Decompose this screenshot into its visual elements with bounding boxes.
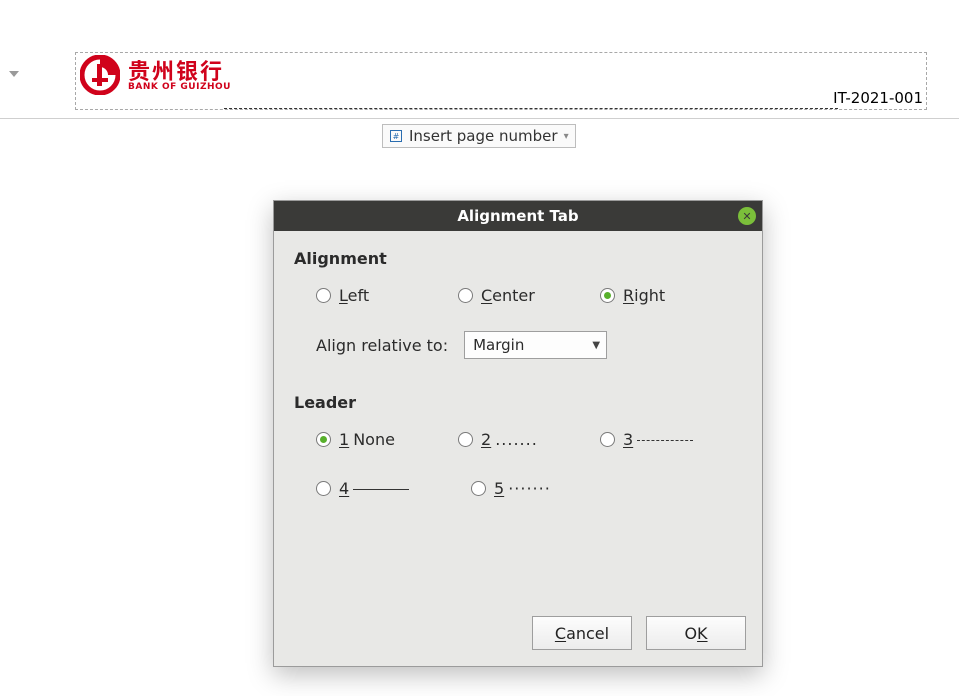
alignment-center-radio[interactable]: Center <box>458 286 600 305</box>
leader-5-radio[interactable]: 5 ······· <box>471 479 626 498</box>
close-icon[interactable]: ✕ <box>738 207 756 225</box>
cancel-button[interactable]: Cancel <box>532 616 632 650</box>
radio-icon <box>316 432 331 447</box>
align-relative-to-value: Margin <box>473 336 524 354</box>
radio-icon <box>316 288 331 303</box>
leader-3-label: 3 <box>623 430 693 449</box>
insert-page-number-label: Insert page number <box>409 127 558 145</box>
alignment-radio-group: Left Center Right <box>316 286 742 305</box>
dialog-title: Alignment Tab <box>457 207 578 225</box>
leader-3-radio[interactable]: 3 <box>600 430 742 449</box>
alignment-center-label: Center <box>481 286 535 305</box>
alignment-tab-dialog: Alignment Tab ✕ Alignment Left Center Ri… <box>273 200 763 667</box>
page-number-icon: # <box>389 129 403 143</box>
radio-icon <box>458 432 473 447</box>
page-header-frame[interactable]: 贵州银行 BANK OF GUIZHOU IT-2021-001 <box>75 52 927 110</box>
bank-logo-icon <box>80 55 120 95</box>
radio-icon <box>471 481 486 496</box>
ok-button-label: OK <box>684 624 707 643</box>
radio-icon <box>316 481 331 496</box>
leader-section-label: Leader <box>294 393 742 412</box>
document-code: IT-2021-001 <box>833 89 923 107</box>
leader-1-radio[interactable]: 1 None <box>316 430 458 449</box>
leader-5-label: 5 ······· <box>494 479 551 498</box>
bank-name-cn: 贵州银行 <box>128 59 231 81</box>
chevron-down-icon: ▾ <box>564 131 569 142</box>
radio-icon <box>458 288 473 303</box>
header-separator <box>0 118 959 119</box>
leader-2-label: 2 ....... <box>481 430 538 449</box>
align-relative-to-select[interactable]: Margin ▼ <box>464 331 607 359</box>
alignment-right-label: Right <box>623 286 665 305</box>
radio-icon <box>600 432 615 447</box>
chevron-down-icon: ▼ <box>592 340 600 351</box>
leader-4-label: 4 <box>339 479 409 498</box>
bank-logo: 贵州银行 BANK OF GUIZHOU <box>80 55 231 95</box>
alignment-right-radio[interactable]: Right <box>600 286 742 305</box>
align-relative-to-label: Align relative to: <box>316 336 448 355</box>
cancel-button-label: Cancel <box>555 624 609 643</box>
bank-name-en: BANK OF GUIZHOU <box>128 83 231 92</box>
leader-2-radio[interactable]: 2 ....... <box>458 430 600 449</box>
alignment-left-label: Left <box>339 286 369 305</box>
radio-icon <box>600 288 615 303</box>
alignment-left-radio[interactable]: Left <box>316 286 458 305</box>
ok-button[interactable]: OK <box>646 616 746 650</box>
svg-text:#: # <box>393 132 400 141</box>
leader-4-radio[interactable]: 4 <box>316 479 471 498</box>
insert-page-number-button[interactable]: # Insert page number ▾ <box>382 124 576 148</box>
dialog-titlebar[interactable]: Alignment Tab ✕ <box>274 201 762 231</box>
tabstop-handle-icon[interactable] <box>5 68 23 80</box>
header-tab-leader <box>224 95 838 109</box>
alignment-section-label: Alignment <box>294 249 742 268</box>
leader-1-label: 1 None <box>339 430 395 449</box>
